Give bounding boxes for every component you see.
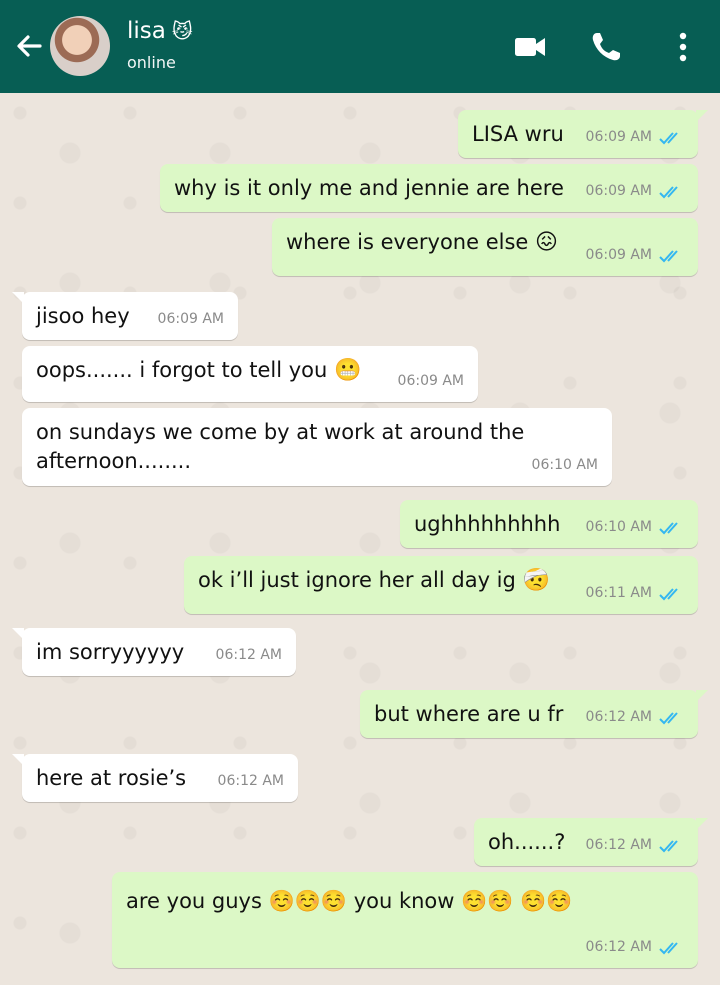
incoming-message[interactable]: jisoo hey 06:09 AM	[12, 292, 238, 340]
message-text: on sundays we come by at work at around …	[36, 420, 525, 473]
message-text: why is it only me and jennie are here	[174, 176, 564, 200]
contact-status: online	[127, 53, 176, 72]
message-time: 06:12 AM	[585, 837, 652, 853]
contact-name-text: lisa	[127, 18, 166, 44]
message-text: im sorryyyyyy	[36, 640, 185, 664]
message-text: ok i’ll just ignore her all day ig 🤕	[198, 566, 550, 595]
incoming-message[interactable]: on sundays we come by at work at around …	[22, 408, 612, 486]
message-time: 06:09 AM	[585, 183, 652, 199]
video-call-icon[interactable]	[512, 29, 548, 65]
message-text: ughhhhhhhhh	[414, 512, 561, 536]
outgoing-message[interactable]: are you guys ☺️☺️☺️ you know ☺️☺️ ☺️☺️ 0…	[112, 872, 698, 968]
outgoing-message[interactable]: LISA wru 06:09 AM	[458, 110, 708, 158]
avatar[interactable]	[50, 16, 110, 76]
message-text: LISA wru	[472, 122, 564, 146]
confounded-emoji: 😖	[535, 230, 558, 255]
grimacing-emoji: 😬	[334, 358, 362, 383]
message-text: oops....... i forgot to tell you 😬	[36, 356, 361, 385]
outgoing-message[interactable]: why is it only me and jennie are here 06…	[160, 164, 698, 212]
message-time: 06:10 AM	[531, 457, 598, 473]
message-text-content: oops....... i forgot to tell you	[36, 358, 328, 382]
outgoing-message[interactable]: ughhhhhhhhh 06:10 AM	[400, 500, 698, 548]
incoming-message[interactable]: here at rosie’s 06:12 AM	[12, 754, 298, 802]
read-ticks-icon	[659, 249, 678, 262]
message-time: 06:11 AM	[585, 585, 652, 601]
message-text-content: ok i’ll just ignore her all day ig	[198, 568, 516, 592]
message-text: jisoo hey	[36, 304, 130, 328]
read-ticks-icon	[659, 185, 678, 198]
message-time: 06:09 AM	[157, 311, 224, 327]
outgoing-message[interactable]: where is everyone else 😖 06:09 AM	[272, 218, 698, 276]
more-vert-icon[interactable]	[665, 29, 701, 65]
read-ticks-icon	[659, 521, 678, 534]
message-time: 06:09 AM	[585, 247, 652, 263]
outgoing-message[interactable]: oh......? 06:12 AM	[474, 818, 708, 866]
read-ticks-icon	[659, 587, 678, 600]
read-ticks-icon	[659, 941, 678, 954]
message-time: 06:12 AM	[215, 647, 282, 663]
cat-emoji: 😼	[171, 19, 193, 43]
message-time: 06:12 AM	[585, 709, 652, 725]
read-ticks-icon	[659, 711, 678, 724]
message-text: here at rosie’s	[36, 766, 187, 790]
incoming-message[interactable]: oops....... i forgot to tell you 😬 06:09…	[22, 346, 478, 402]
message-time: 06:12 AM	[585, 939, 652, 955]
message-text: are you guys ☺️☺️☺️ you know ☺️☺️ ☺️☺️	[126, 889, 573, 913]
message-time: 06:09 AM	[397, 373, 464, 389]
message-time: 06:10 AM	[585, 519, 652, 535]
read-ticks-icon	[659, 839, 678, 852]
read-ticks-icon	[659, 131, 678, 144]
voice-call-icon[interactable]	[588, 29, 624, 65]
message-time: 06:09 AM	[585, 129, 652, 145]
message-text-content: where is everyone else	[286, 230, 529, 254]
outgoing-message[interactable]: ok i’ll just ignore her all day ig 🤕 06:…	[184, 556, 698, 614]
outgoing-message[interactable]: but where are u fr 06:12 AM	[360, 690, 708, 738]
back-arrow-icon[interactable]	[10, 26, 50, 66]
message-text: but where are u fr	[374, 702, 564, 726]
message-time: 06:12 AM	[217, 773, 284, 789]
message-text: where is everyone else 😖	[286, 228, 558, 257]
contact-name[interactable]: lisa 😼	[127, 18, 193, 44]
message-text: oh......?	[488, 830, 566, 854]
incoming-message[interactable]: im sorryyyyyy 06:12 AM	[12, 628, 296, 676]
bandage-face-emoji: 🤕	[522, 568, 550, 593]
chat-header: lisa 😼 online	[0, 0, 720, 93]
